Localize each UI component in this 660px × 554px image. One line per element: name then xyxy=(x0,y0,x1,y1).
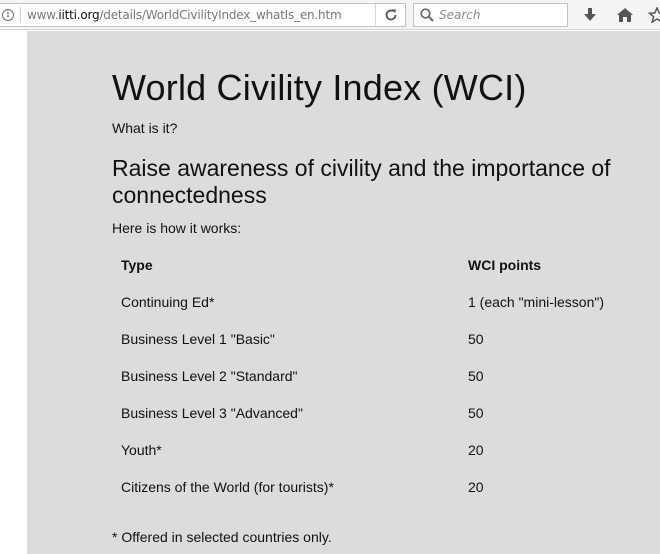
table-row: Continuing Ed* 1 (each "mini-lesson") xyxy=(112,283,660,320)
type-cell: Youth* xyxy=(121,441,162,458)
footnote: * Offered in selected countries only. xyxy=(112,529,332,545)
wci-points-table: Type WCI points Continuing Ed* 1 (each "… xyxy=(112,246,660,505)
points-cell: 20 xyxy=(468,478,484,495)
points-cell: 50 xyxy=(468,404,484,421)
header-wci-points: WCI points xyxy=(468,256,542,273)
points-cell: 1 (each "mini-lesson") xyxy=(468,293,604,310)
intro-text: Here is how it works: xyxy=(112,220,242,236)
type-cell: Citizens of the World (for tourists)* xyxy=(121,478,334,495)
page-content: World Civility Index (WCI) What is it? R… xyxy=(27,31,660,554)
download-button[interactable] xyxy=(579,4,601,26)
search-input[interactable]: Search xyxy=(439,8,481,22)
bookmark-button[interactable] xyxy=(646,4,660,26)
page-title: World Civility Index (WCI) xyxy=(112,67,527,108)
points-cell: 50 xyxy=(468,367,484,384)
browser-toolbar: i www.iitti.org/details/WorldCivilityInd… xyxy=(0,0,660,30)
page-left-margin xyxy=(0,31,27,554)
points-cell: 20 xyxy=(468,441,484,458)
table-row: Youth* 20 xyxy=(112,431,660,468)
url-path: /details/WorldCivilityIndex_whatIs_en.ht… xyxy=(99,8,342,22)
info-icon[interactable]: i xyxy=(2,9,14,21)
page-subtitle: What is it? xyxy=(112,120,178,136)
table-header-row: Type WCI points xyxy=(112,246,660,283)
reload-icon xyxy=(385,9,396,21)
bookmark-star-icon xyxy=(648,7,660,23)
search-box[interactable]: Search xyxy=(413,3,568,27)
home-button[interactable] xyxy=(614,4,636,26)
download-icon xyxy=(584,8,596,21)
reload-button[interactable] xyxy=(375,4,405,26)
type-cell: Business Level 2 "Standard" xyxy=(121,367,298,384)
type-cell: Continuing Ed* xyxy=(121,293,215,310)
header-type: Type xyxy=(121,256,153,273)
points-cell: 50 xyxy=(468,330,484,347)
url-prefix: www. xyxy=(27,8,59,22)
url-host: iitti.org xyxy=(58,8,100,22)
table-row: Business Level 3 "Advanced" 50 xyxy=(112,394,660,431)
url-text[interactable]: www.iitti.org/details/WorldCivilityIndex… xyxy=(27,8,342,22)
address-bar[interactable]: i www.iitti.org/details/WorldCivilityInd… xyxy=(0,3,406,27)
search-icon xyxy=(420,8,434,22)
section-heading: Raise awareness of civility and the impo… xyxy=(112,155,611,208)
type-cell: Business Level 1 "Basic" xyxy=(121,330,275,347)
url-separator xyxy=(20,7,21,23)
home-icon xyxy=(617,8,633,22)
type-cell: Business Level 3 "Advanced" xyxy=(121,404,303,421)
table-row: Business Level 2 "Standard" 50 xyxy=(112,357,660,394)
table-row: Citizens of the World (for tourists)* 20 xyxy=(112,468,660,505)
table-row: Business Level 1 "Basic" 50 xyxy=(112,320,660,357)
